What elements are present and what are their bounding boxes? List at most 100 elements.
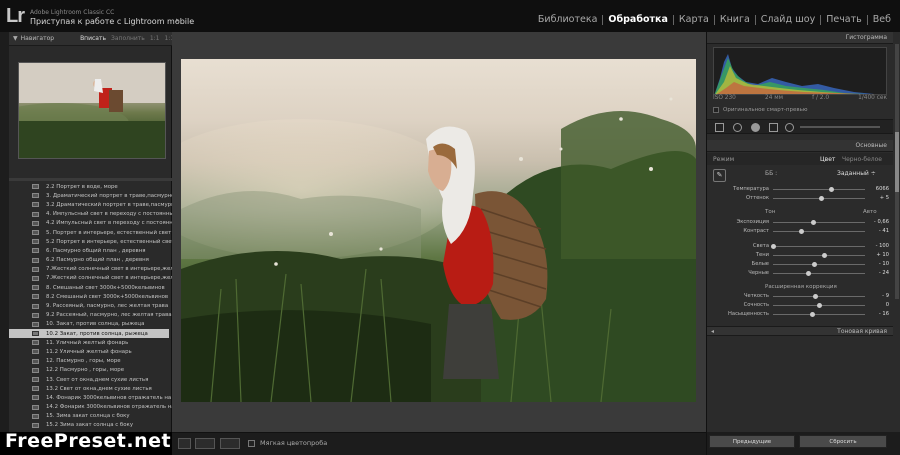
preset-item[interactable]: 14.2 Фонарик 3000кельвинов отражатель на… xyxy=(9,403,190,412)
original-photo-checkbox[interactable] xyxy=(713,107,719,113)
preset-item[interactable]: 5.2 Портрет в интерьере, естественный св… xyxy=(9,237,175,246)
slider-track[interactable] xyxy=(773,222,865,223)
wb-select[interactable]: Заданный ÷ xyxy=(837,170,876,177)
slider-value[interactable]: - 16 xyxy=(867,311,889,317)
slider-thumb[interactable] xyxy=(771,244,776,249)
preset-item[interactable]: 4.2 Импульсный свет в переходу с постоян… xyxy=(9,219,181,228)
soft-proof-checkbox[interactable] xyxy=(248,440,255,447)
preset-item[interactable]: 4. Импульсный свет в переходу с постоянн… xyxy=(9,210,178,219)
preset-item[interactable]: 8. Смешаный свет 3000к+5000кельвинов xyxy=(9,283,169,292)
slider-track[interactable] xyxy=(773,296,865,297)
radial-filter-icon[interactable] xyxy=(785,123,794,132)
slider-value[interactable]: - 0,66 xyxy=(867,219,889,225)
slider-track[interactable] xyxy=(773,314,865,315)
preset-item[interactable]: 10.2 Закат, против солнца, рыжеца xyxy=(9,329,169,339)
zoom-1-1[interactable]: 1:1 xyxy=(150,35,160,42)
slider-value[interactable]: - 10 xyxy=(867,261,889,267)
play-arrow-icon[interactable]: ▸ xyxy=(176,16,180,24)
preset-item[interactable]: 13.2 Свет от окна,днем сухие листья xyxy=(9,384,169,393)
slider-thumb[interactable] xyxy=(828,187,834,192)
eyedropper-icon[interactable]: ✎ xyxy=(713,169,726,182)
navigator-header[interactable]: ▼ Навигатор Вписать Заполнить 1:1 1:1 xyxy=(9,32,174,46)
reset-button[interactable]: Сбросить xyxy=(799,435,887,448)
slider-value[interactable]: - 100 xyxy=(867,243,889,249)
module-library[interactable]: Библиотека xyxy=(533,14,603,25)
slider-track[interactable] xyxy=(773,273,865,274)
slider-thumb[interactable] xyxy=(818,196,824,201)
slider-thumb[interactable] xyxy=(821,253,827,258)
treatment-color[interactable]: Цвет xyxy=(820,156,835,163)
slider-value[interactable]: + 10 xyxy=(867,252,889,258)
slider-thumb[interactable] xyxy=(811,220,817,225)
zoom-fit[interactable]: Вписать xyxy=(80,35,106,42)
left-panel-edge[interactable] xyxy=(0,32,9,432)
slider-thumb[interactable] xyxy=(805,271,811,276)
histogram[interactable] xyxy=(713,47,887,95)
preset-item[interactable]: 7.Жесткий солнечный свет в интерьере,жел… xyxy=(9,274,184,283)
crop-tool-icon[interactable] xyxy=(715,123,724,132)
preset-item[interactable]: 8.2 Смешаный свет 3000к+5000кельвинов xyxy=(9,292,169,301)
slider-value[interactable]: - 9 xyxy=(867,293,889,299)
preset-item[interactable]: 12. Пасмурно , горы, море xyxy=(9,357,169,366)
preset-icon xyxy=(32,367,39,373)
slider-thumb[interactable] xyxy=(798,229,804,234)
slider-value[interactable]: 6066 xyxy=(867,186,889,192)
slider-value[interactable]: - 41 xyxy=(867,228,889,234)
brush-slider[interactable] xyxy=(800,126,880,128)
before-after-swap-button[interactable] xyxy=(220,438,240,449)
slider-thumb[interactable] xyxy=(817,303,822,308)
tone-auto-button[interactable]: Авто xyxy=(863,209,877,215)
expand-triangle-icon[interactable]: ◂ xyxy=(711,327,714,337)
graduated-filter-icon[interactable] xyxy=(769,123,778,132)
original-photo-row[interactable]: Оригинальное смарт-превью xyxy=(713,107,807,113)
preset-item[interactable]: 15.2 Зима закат солнца с боку xyxy=(9,421,169,430)
photo-preview[interactable] xyxy=(181,59,696,402)
basic-header[interactable]: Основные xyxy=(707,140,893,152)
before-after-button[interactable] xyxy=(195,438,215,449)
preset-item[interactable]: 7.Жесткий солнечный свет в интерьере,жел… xyxy=(9,265,184,274)
scrollbar-thumb[interactable] xyxy=(895,132,899,192)
slider-track[interactable] xyxy=(773,255,865,256)
slider-track[interactable] xyxy=(773,246,865,247)
slider-thumb[interactable] xyxy=(809,312,815,317)
preset-item[interactable]: 6. Пасмурно общий план , деревня xyxy=(9,246,169,255)
module-print[interactable]: Печать xyxy=(821,14,867,25)
navigator-preview[interactable] xyxy=(18,62,166,159)
preset-item[interactable]: 13. Свет от окна,днем сухие листья xyxy=(9,375,169,384)
tone-curve-header[interactable]: ◂ Тоновая кривая xyxy=(707,326,893,336)
preset-item[interactable]: 3.2 Драматический портрет в траве,пасмур… xyxy=(9,200,178,209)
histogram-header[interactable]: Гистограмма xyxy=(707,32,893,44)
module-book[interactable]: Книга xyxy=(715,14,755,25)
view-mode-loupe-button[interactable] xyxy=(178,438,191,449)
preset-item[interactable]: 10. Закат, против солнца, рыжеца xyxy=(9,320,169,329)
slider-value[interactable]: + 5 xyxy=(867,195,889,201)
preset-item[interactable]: 2.2 Портрет в воде, море xyxy=(9,182,169,191)
slider-track[interactable] xyxy=(773,231,865,232)
slider-value[interactable]: 0 xyxy=(867,302,889,308)
slider-value[interactable]: - 24 xyxy=(867,270,889,276)
collapse-triangle-icon[interactable]: ▼ xyxy=(13,35,18,42)
module-map[interactable]: Карта xyxy=(674,14,714,25)
module-web[interactable]: Веб xyxy=(868,14,896,25)
red-eye-icon[interactable] xyxy=(751,123,760,132)
treatment-bw[interactable]: Черно-белое xyxy=(842,156,882,163)
module-slideshow[interactable]: Слайд шоу xyxy=(756,14,820,25)
preset-item[interactable]: 12.2 Пасмурно , горы, море xyxy=(9,366,169,375)
preset-item[interactable]: 15. Зима закат солнца с боку xyxy=(9,412,169,421)
module-develop[interactable]: Обработка xyxy=(603,14,672,25)
slider-track[interactable] xyxy=(773,189,865,190)
preset-item[interactable]: 9.2 Рассеяный, пасмурно, лес желтая трав… xyxy=(9,311,172,320)
preset-item[interactable]: 11.2 Уличный желтый фонарь xyxy=(9,347,169,356)
preset-item[interactable]: 14. Фонарик 3000кельвинов отражатель на … xyxy=(9,393,187,402)
slider-thumb[interactable] xyxy=(813,294,819,299)
preset-item[interactable]: 5. Портрет в интерьере, естественный све… xyxy=(9,228,171,237)
preset-item[interactable]: 9. Рассеяный, пасмурно, лес желтая трава xyxy=(9,301,169,310)
spot-removal-icon[interactable] xyxy=(733,123,742,132)
previous-button[interactable]: Предыдущие xyxy=(709,435,795,448)
preset-item[interactable]: 6.2 Пасмурно общий план , деревня xyxy=(9,256,169,265)
preset-item[interactable]: 3. Драматический портрет в траве,пасмурн… xyxy=(9,191,174,200)
preset-item[interactable]: 11. Уличный желтый фонарь xyxy=(9,338,169,347)
slider-track[interactable] xyxy=(773,264,865,265)
slider-thumb[interactable] xyxy=(812,262,818,267)
zoom-fill[interactable]: Заполнить xyxy=(111,35,145,42)
